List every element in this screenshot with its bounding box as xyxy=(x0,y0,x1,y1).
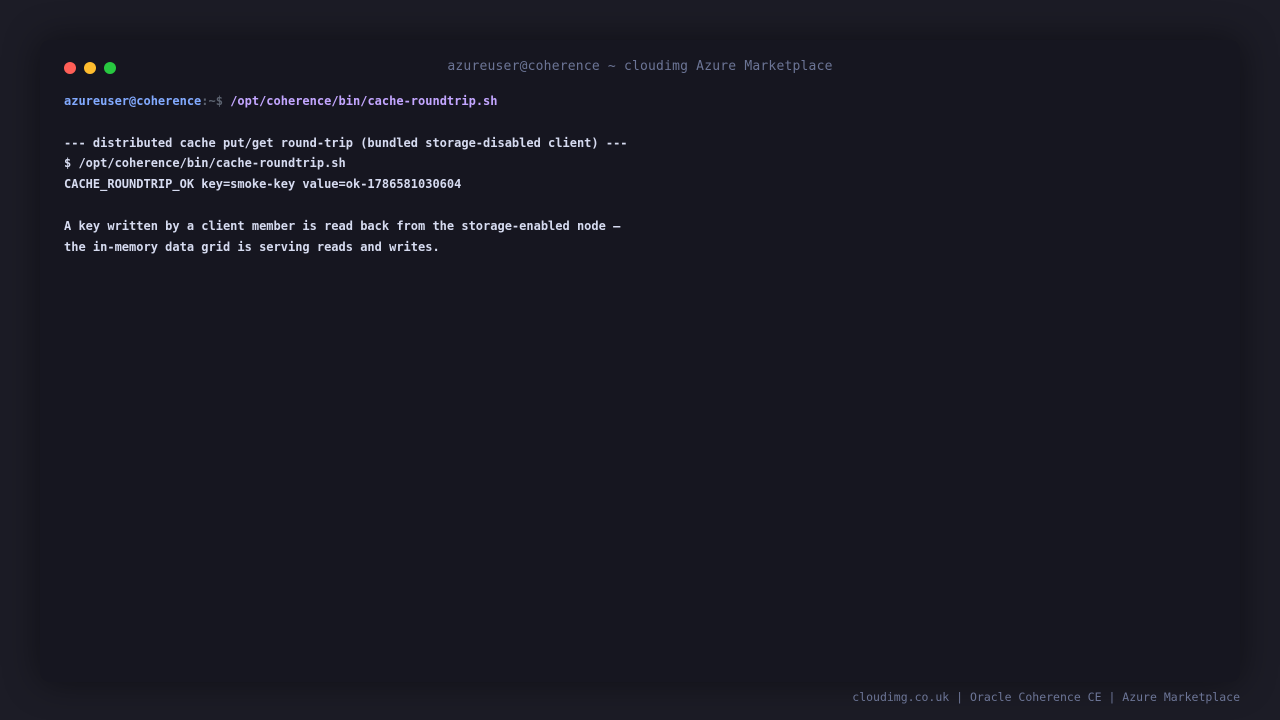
output-echo-command: $ /opt/coherence/bin/cache-roundtrip.sh xyxy=(64,156,346,171)
terminal-window: azureuser@coherence ~ cloudimg Azure Mar… xyxy=(40,40,1240,682)
prompt-user-host: azureuser@coherence xyxy=(64,94,202,108)
footer-credit: cloudimg.co.uk | Oracle Coherence CE | A… xyxy=(852,690,1240,704)
prompt-symbol: :~$ xyxy=(201,94,231,108)
terminal-output[interactable]: azureuser@coherence:~$ /opt/coherence/bi… xyxy=(64,91,1216,257)
titlebar: azureuser@coherence ~ cloudimg Azure Mar… xyxy=(40,40,1240,96)
output-note-line-2: the in-memory data grid is serving reads… xyxy=(64,239,440,254)
output-header: --- distributed cache put/get round-trip… xyxy=(64,135,628,150)
window-title: azureuser@coherence ~ cloudimg Azure Mar… xyxy=(447,59,833,74)
output-note-line-1: A key written by a client member is read… xyxy=(64,218,621,233)
output-result: CACHE_ROUNDTRIP_OK key=smoke-key value=o… xyxy=(64,177,462,192)
command-prompt-line: azureuser@coherence:~$ /opt/coherence/bi… xyxy=(64,91,1216,112)
prompt-command: /opt/coherence/bin/cache-roundtrip.sh xyxy=(230,94,498,108)
